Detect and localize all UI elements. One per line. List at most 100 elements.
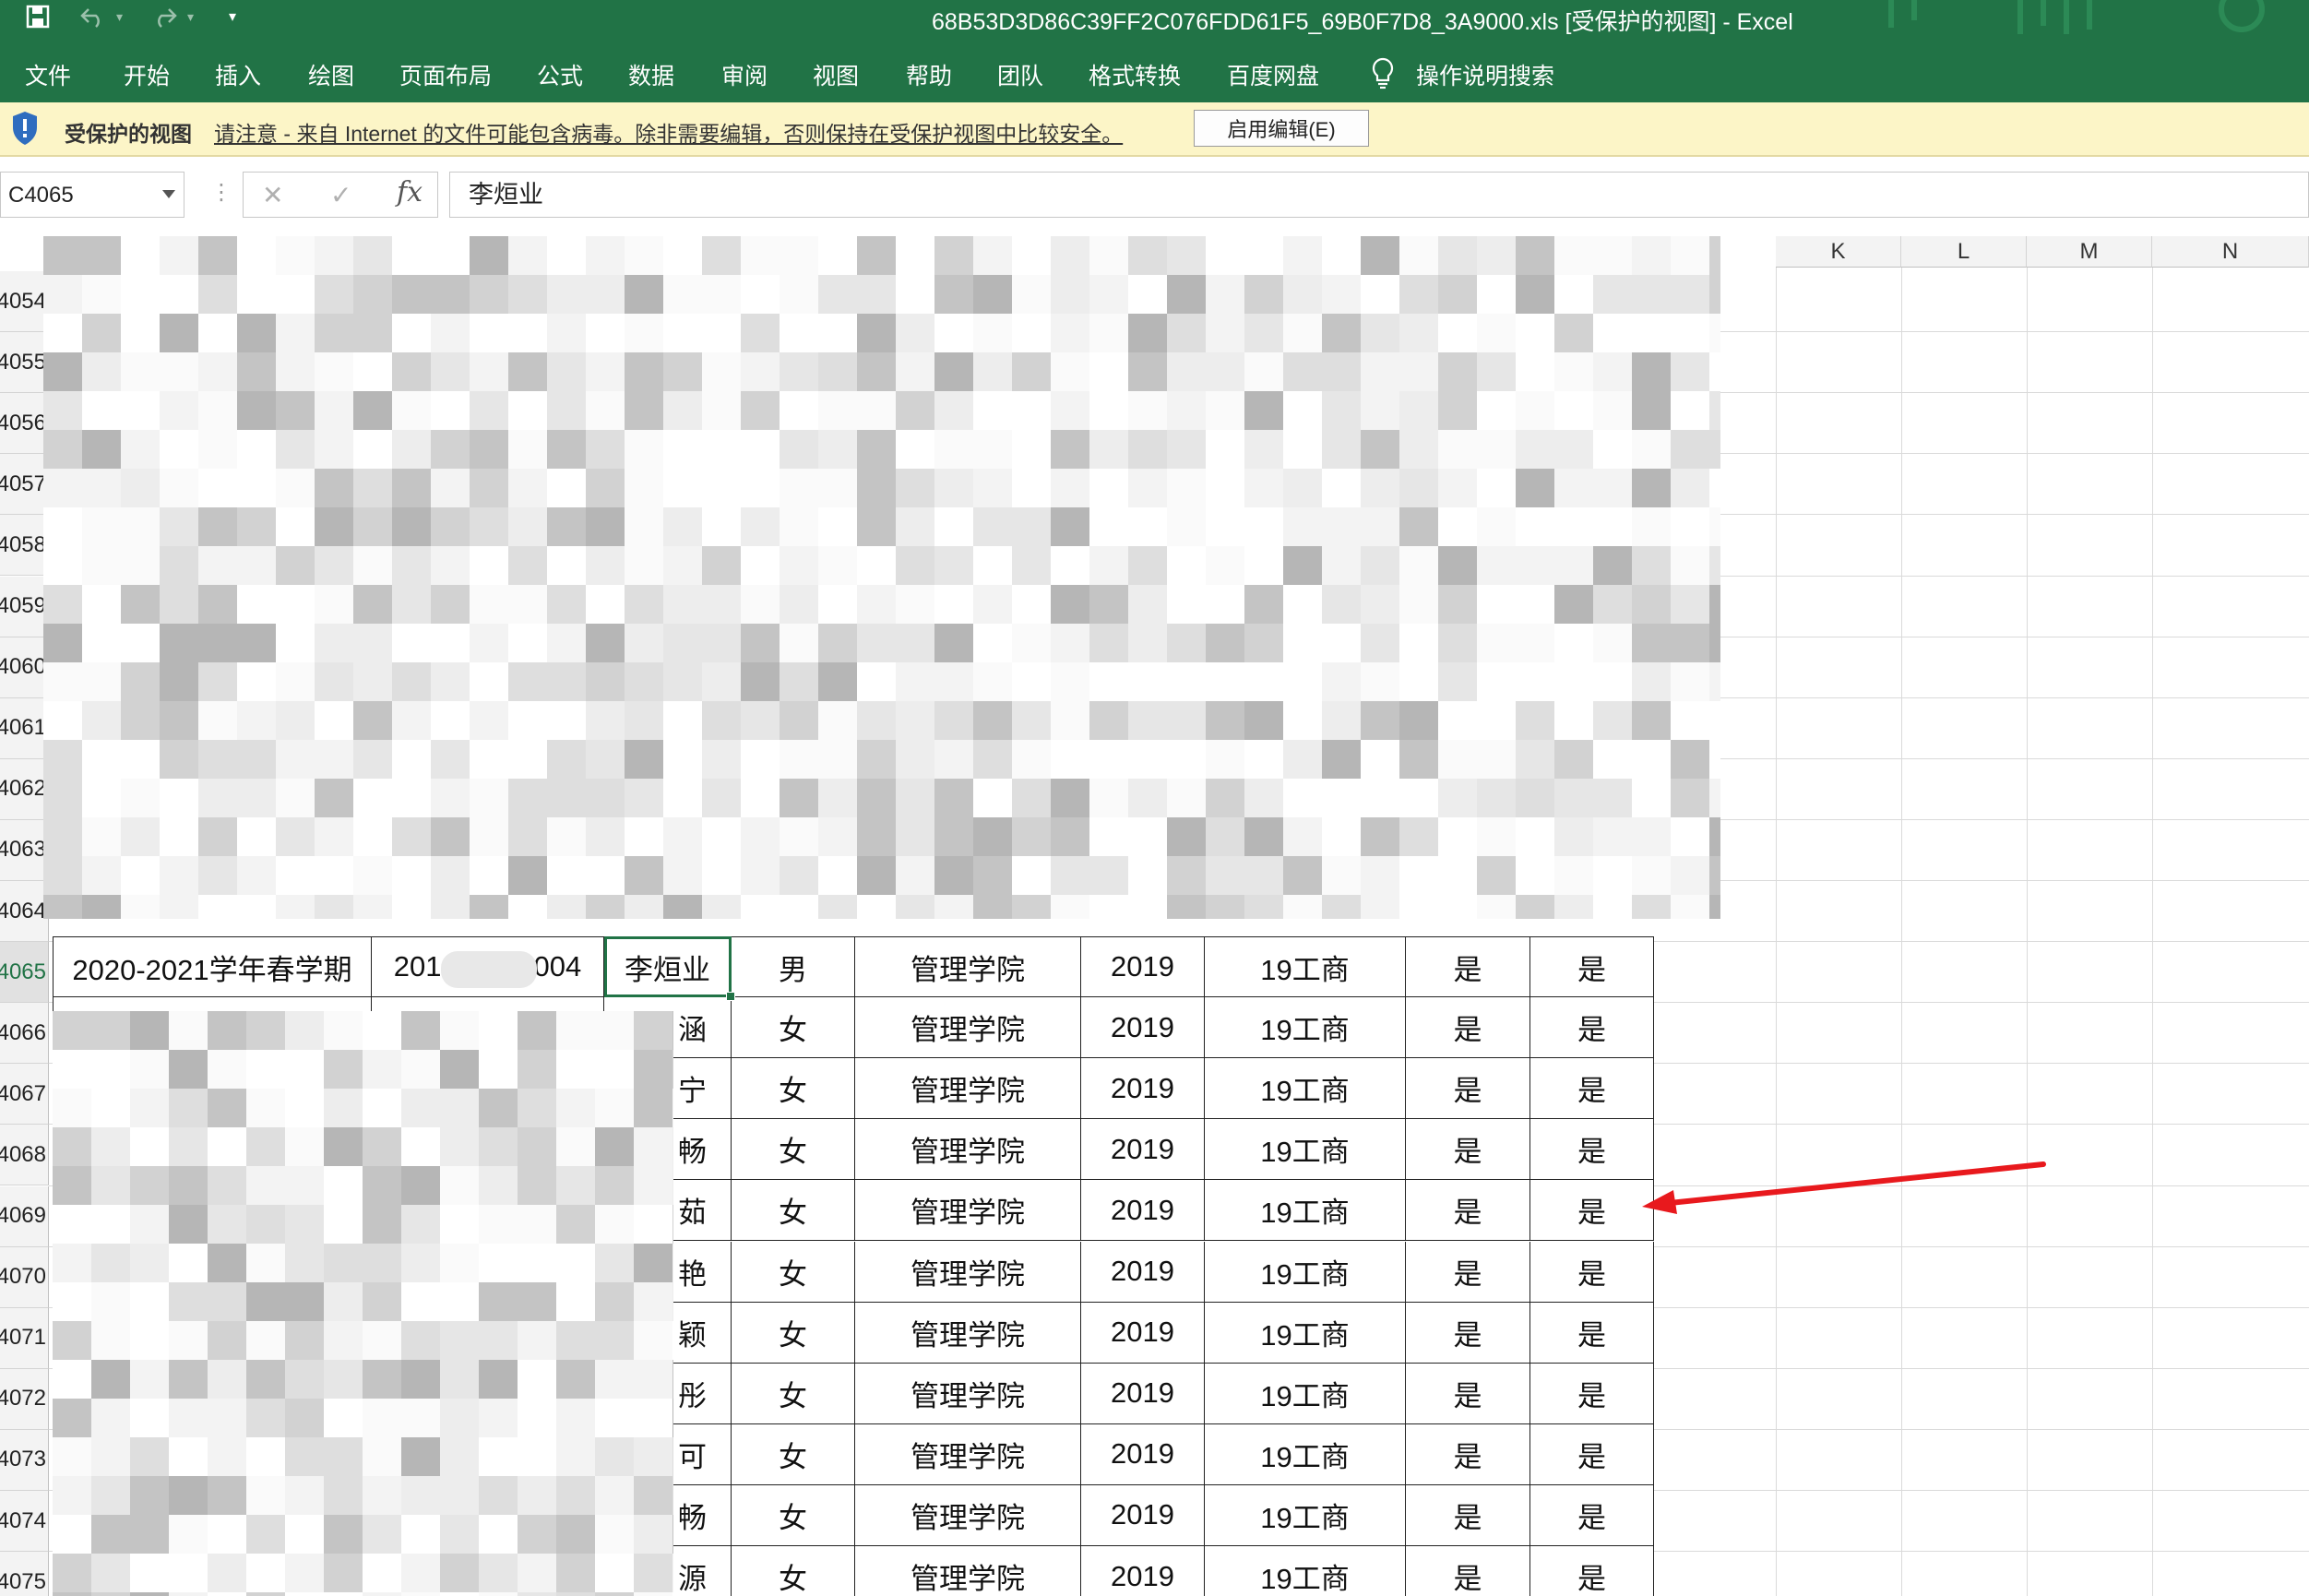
cancel-icon[interactable]: ✕: [262, 180, 283, 210]
cell-flag[interactable]: 是: [1530, 1058, 1654, 1120]
row-header[interactable]: 4057: [0, 454, 49, 516]
row-header[interactable]: 4058: [0, 515, 49, 577]
formula-input[interactable]: 李烜业: [449, 172, 2309, 218]
save-icon[interactable]: [26, 4, 50, 30]
column-header-l[interactable]: L: [1901, 236, 2027, 268]
name-box[interactable]: C4065: [0, 172, 184, 218]
protected-view-message[interactable]: 请注意 - 来自 Internet 的文件可能包含病毒。除非需要编辑，否则保持在…: [214, 116, 1123, 148]
column-header-k[interactable]: K: [1776, 236, 1901, 268]
cell-class[interactable]: 19工商: [1205, 1119, 1406, 1181]
name-box-dropdown-icon[interactable]: [162, 190, 175, 198]
tab-review[interactable]: 审阅: [721, 58, 768, 91]
cell-class[interactable]: 19工商: [1205, 1058, 1406, 1120]
cell-class[interactable]: 19工商: [1205, 1302, 1406, 1364]
cell-gender[interactable]: 女: [732, 1484, 855, 1546]
insert-function-icon[interactable]: fx: [397, 176, 423, 208]
tab-view[interactable]: 视图: [813, 58, 859, 91]
cell-college[interactable]: 管理学院: [855, 1058, 1081, 1120]
cell-year[interactable]: 2019: [1081, 997, 1205, 1059]
cell-flag[interactable]: 是: [1530, 936, 1654, 998]
cell-gender[interactable]: 男: [732, 936, 855, 998]
cell-gender[interactable]: 女: [732, 1180, 855, 1242]
cell-college[interactable]: 管理学院: [855, 1241, 1081, 1303]
cell-college[interactable]: 管理学院: [855, 1119, 1081, 1181]
cell-class[interactable]: 19工商: [1205, 1180, 1406, 1242]
cell-flag[interactable]: 是: [1530, 1241, 1654, 1303]
cell-gender[interactable]: 女: [732, 1058, 855, 1120]
tab-page-layout[interactable]: 页面布局: [399, 58, 492, 91]
row-header[interactable]: 4068: [0, 1125, 49, 1186]
enter-icon[interactable]: ✓: [330, 180, 351, 210]
redo-dropdown-icon[interactable]: ▾: [187, 4, 194, 30]
cell-flag[interactable]: 是: [1530, 1363, 1654, 1424]
cell-name-selected[interactable]: 李烜业: [604, 936, 732, 998]
row-header[interactable]: 4064: [0, 881, 49, 943]
cell-college[interactable]: 管理学院: [855, 1180, 1081, 1242]
column-header-n[interactable]: N: [2152, 236, 2309, 268]
cell-flag[interactable]: 是: [1530, 1302, 1654, 1364]
cell-gender[interactable]: 女: [732, 1241, 855, 1303]
cell-flag[interactable]: 是: [1406, 1423, 1530, 1485]
row-header[interactable]: 4061: [0, 697, 49, 759]
row-header[interactable]: 4059: [0, 576, 49, 637]
cell-class[interactable]: 19工商: [1205, 936, 1406, 998]
cell-flag[interactable]: 是: [1406, 1058, 1530, 1120]
cell-college[interactable]: 管理学院: [855, 936, 1081, 998]
undo-dropdown-icon[interactable]: ▾: [116, 4, 123, 30]
cell-gender[interactable]: 女: [732, 1302, 855, 1364]
cell-year[interactable]: 2019: [1081, 1363, 1205, 1424]
cell-flag[interactable]: 是: [1406, 997, 1530, 1059]
cell-gender[interactable]: 女: [732, 1546, 855, 1596]
cell-class[interactable]: 19工商: [1205, 1546, 1406, 1596]
cell-flag[interactable]: 是: [1530, 997, 1654, 1059]
row-header[interactable]: 4075: [0, 1552, 49, 1596]
cell-year[interactable]: 2019: [1081, 1302, 1205, 1364]
cell-class[interactable]: 19工商: [1205, 1241, 1406, 1303]
cell-year[interactable]: 2019: [1081, 1546, 1205, 1596]
worksheet-grid[interactable]: K L M N 4054 4055 4056 4057 4058 4059 4060 4061…: [0, 236, 2309, 1596]
cell-flag[interactable]: 是: [1406, 936, 1530, 998]
cell-year[interactable]: 2019: [1081, 1241, 1205, 1303]
cell-year[interactable]: 2019: [1081, 1058, 1205, 1120]
cell-flag[interactable]: 是: [1406, 1119, 1530, 1181]
cell-flag[interactable]: 是: [1406, 1302, 1530, 1364]
cell-year[interactable]: 2019: [1081, 1119, 1205, 1181]
cell-college[interactable]: 管理学院: [855, 1484, 1081, 1546]
row-header[interactable]: 4074: [0, 1491, 49, 1553]
cell-gender[interactable]: 女: [732, 1363, 855, 1424]
cell-flag[interactable]: 是: [1406, 1484, 1530, 1546]
cell-year[interactable]: 2019: [1081, 1423, 1205, 1485]
cell-flag[interactable]: 是: [1530, 1546, 1654, 1596]
tab-format-convert[interactable]: 格式转换: [1089, 58, 1181, 91]
cell-flag[interactable]: 是: [1406, 1363, 1530, 1424]
cell-class[interactable]: 19工商: [1205, 997, 1406, 1059]
cell-flag[interactable]: 是: [1530, 1423, 1654, 1485]
cell-flag[interactable]: 是: [1406, 1546, 1530, 1596]
row-header[interactable]: 4055: [0, 332, 49, 394]
row-header[interactable]: 4065: [0, 942, 49, 1004]
row-header[interactable]: 4054: [0, 271, 49, 333]
row-header[interactable]: 4060: [0, 637, 49, 698]
cell-college[interactable]: 管理学院: [855, 997, 1081, 1059]
column-header-m[interactable]: M: [2027, 236, 2152, 268]
cell-flag[interactable]: 是: [1406, 1241, 1530, 1303]
tab-formulas[interactable]: 公式: [537, 58, 583, 91]
row-header[interactable]: 4062: [0, 758, 49, 820]
tab-data[interactable]: 数据: [628, 58, 674, 91]
tab-help[interactable]: 帮助: [906, 58, 952, 91]
cell-flag[interactable]: 是: [1530, 1484, 1654, 1546]
cell-flag[interactable]: 是: [1406, 1180, 1530, 1242]
row-header[interactable]: 4063: [0, 819, 49, 881]
cell-year[interactable]: 2019: [1081, 936, 1205, 998]
row-header[interactable]: 4067: [0, 1064, 49, 1126]
cell-class[interactable]: 19工商: [1205, 1484, 1406, 1546]
row-header[interactable]: 4070: [0, 1246, 49, 1308]
row-header[interactable]: 4056: [0, 393, 49, 455]
cell-year[interactable]: 2019: [1081, 1180, 1205, 1242]
row-header[interactable]: 4073: [0, 1429, 49, 1491]
cell-college[interactable]: 管理学院: [855, 1546, 1081, 1596]
tab-draw[interactable]: 绘图: [308, 58, 354, 91]
cell-gender[interactable]: 女: [732, 1423, 855, 1485]
tab-file[interactable]: 文件: [25, 58, 71, 91]
cell-college[interactable]: 管理学院: [855, 1423, 1081, 1485]
